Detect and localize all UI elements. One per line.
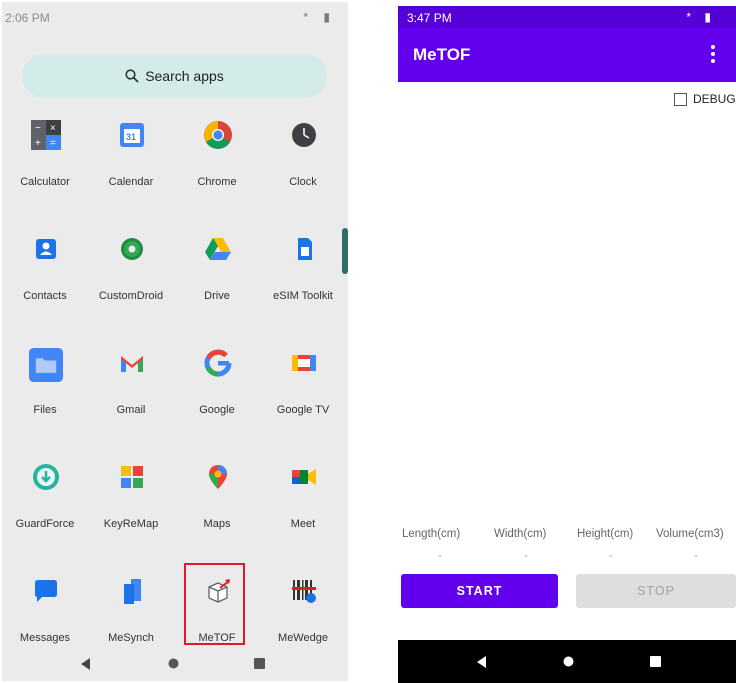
app-label: MeSynch [108, 632, 154, 644]
svg-text:31: 31 [126, 132, 136, 142]
metof-highlight-box [184, 563, 245, 645]
app-guardforce[interactable]: GuardForce [2, 454, 88, 562]
back-icon[interactable] [477, 656, 487, 668]
debug-checkbox[interactable]: DEBUG [674, 92, 736, 106]
barcode-icon [292, 580, 316, 603]
app-chrome[interactable]: Chrome [174, 112, 260, 220]
chrome-icon [204, 121, 232, 149]
app-keyremap[interactable]: KeyReMap [88, 454, 174, 562]
app-label: Google TV [276, 404, 330, 416]
navigation-bar [398, 640, 736, 683]
home-icon[interactable] [563, 656, 574, 667]
length-value: - [438, 550, 442, 562]
app-meet[interactable]: Meet [260, 454, 346, 562]
svg-text:×: × [50, 123, 56, 134]
svg-text:=: = [50, 138, 56, 149]
sim-card-icon [298, 238, 312, 260]
map-pin-icon [209, 465, 227, 489]
app-title: MeTOF [413, 45, 471, 64]
height-label: Height(cm) [577, 528, 634, 540]
app-clock[interactable]: Clock [260, 112, 346, 220]
gear-icon [121, 238, 143, 260]
app-label: Files [33, 404, 57, 416]
svg-text:−: − [35, 123, 41, 134]
folder-icon [29, 348, 63, 382]
back-icon[interactable] [81, 658, 91, 670]
svg-text:+: + [35, 138, 41, 149]
keyremap-icon [121, 466, 143, 488]
status-icons: * ▮ [686, 10, 716, 24]
app-label: Gmail [116, 404, 146, 416]
app-label: Clock [289, 176, 317, 188]
video-camera-icon [292, 469, 316, 485]
search-icon [125, 69, 139, 83]
app-label: Maps [203, 518, 231, 530]
checkbox-box[interactable] [674, 92, 687, 106]
app-label: Google [199, 404, 235, 416]
app-calendar[interactable]: 31 Calendar [88, 112, 174, 220]
height-value: - [609, 550, 613, 562]
stop-button[interactable]: STOP [576, 574, 736, 608]
clock-icon [292, 123, 316, 147]
search-apps-label: Search apps [145, 68, 224, 84]
app-customdroid[interactable]: CustomDroid [88, 226, 174, 334]
overflow-menu-icon[interactable] [710, 44, 716, 64]
app-toolbar: MeTOF [398, 28, 736, 82]
app-contacts[interactable]: Contacts [2, 226, 88, 334]
recents-icon[interactable] [254, 658, 265, 669]
volume-value: - [694, 550, 698, 562]
app-files[interactable]: Files [2, 340, 88, 448]
app-label: eSIM Toolkit [273, 290, 333, 302]
home-icon[interactable] [168, 658, 179, 669]
guardforce-icon [33, 464, 59, 490]
app-google-tv[interactable]: Google TV [260, 340, 346, 448]
app-label: Drive [204, 290, 230, 302]
navigation-bar [2, 645, 348, 681]
app-gmail[interactable]: Gmail [88, 340, 174, 448]
debug-label: DEBUG [693, 92, 736, 106]
app-label: Messages [19, 632, 71, 644]
app-label: Contacts [23, 290, 67, 302]
status-time: 2:06 PM [5, 11, 50, 25]
recents-icon[interactable] [650, 656, 661, 667]
app-label: KeyReMap [103, 518, 159, 530]
calculator-icon: − × + = [31, 120, 61, 150]
status-bar: 3:47 PM * ▮ [398, 6, 736, 28]
app-label: GuardForce [15, 518, 75, 530]
app-maps[interactable]: Maps [174, 454, 260, 562]
app-label: MeWedge [278, 632, 328, 644]
tv-icon [292, 355, 316, 371]
calendar-icon: 31 [120, 123, 144, 147]
volume-label: Volume(cm3) [656, 528, 724, 540]
app-google[interactable]: Google [174, 340, 260, 448]
search-apps-bar[interactable]: Search apps [22, 54, 327, 98]
metof-app-screen: 3:47 PM * ▮ MeTOF DEBUG Length(cm) Width… [398, 6, 736, 683]
contacts-icon [36, 239, 56, 259]
app-drawer-screen: 2:06 PM * ▮ Search apps − × + = Calculator… [2, 2, 348, 681]
status-icons: * ▮ [303, 10, 336, 24]
gmail-icon [121, 356, 143, 372]
app-label: Calendar [108, 176, 154, 188]
status-bar: 2:06 PM * ▮ [2, 2, 348, 32]
app-esim-toolkit[interactable]: eSIM Toolkit [260, 226, 346, 334]
mesynch-icon [124, 579, 141, 604]
app-label: Chrome [197, 176, 237, 188]
length-label: Length(cm) [402, 528, 461, 540]
status-time: 3:47 PM [407, 11, 452, 25]
start-button[interactable]: START [401, 574, 558, 608]
width-label: Width(cm) [494, 528, 547, 540]
chat-bubble-icon [35, 580, 57, 602]
drive-icon [205, 238, 231, 260]
app-label: Meet [290, 518, 316, 530]
google-icon [204, 349, 232, 377]
width-value: - [524, 550, 528, 562]
app-label: CustomDroid [98, 290, 164, 302]
app-label: Calculator [20, 176, 70, 188]
app-calculator[interactable]: − × + = Calculator [2, 112, 88, 220]
app-drive[interactable]: Drive [174, 226, 260, 334]
